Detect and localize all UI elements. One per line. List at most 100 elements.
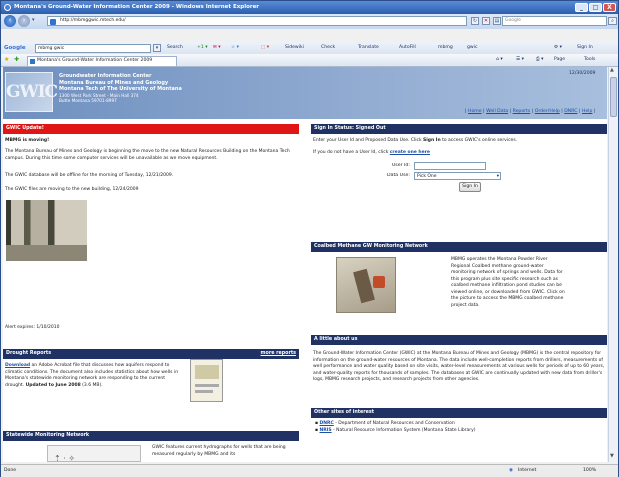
updates-title: MBMG is moving! [5, 138, 50, 143]
page-favicon [50, 19, 56, 25]
chevron-down-icon: ▾ [496, 174, 499, 179]
share-icon[interactable]: ⬚ ▾ [261, 44, 269, 53]
favorites-bar: ★ ✚ Montana's Ground-Water Information C… [1, 54, 618, 67]
thumb-map [195, 365, 219, 379]
back-icon[interactable]: ‹ [4, 15, 16, 27]
photo-floor [6, 245, 87, 261]
drought-report-thumbnail[interactable] [190, 359, 223, 402]
check-button[interactable]: Check [321, 44, 335, 53]
nris-link[interactable]: NRIS [319, 428, 331, 433]
tab-title: Montana's Ground-Water Information Cente… [37, 58, 153, 63]
other-sites-header: Other sites of interest [311, 408, 607, 418]
browser-tab[interactable]: Montana's Ground-Water Information Cente… [27, 56, 177, 66]
moving-photo [6, 200, 87, 261]
user-id-label: User Id: [391, 163, 410, 168]
site-date: 12/30/2009 [569, 71, 596, 76]
about-header: A little about us [311, 335, 607, 345]
search-field[interactable]: Google [502, 16, 607, 26]
print-icon[interactable]: ⎙ ▾ [536, 56, 543, 65]
scroll-down-icon[interactable]: ▼ [610, 453, 614, 460]
google-search-button[interactable]: Search [167, 44, 183, 53]
google-search-input[interactable]: mbmg gwic [35, 44, 151, 53]
scrollbar-thumb[interactable] [610, 77, 617, 117]
coalbed-text: MBMG operates the Montana Powder River R… [451, 257, 565, 308]
gmail-icon[interactable]: ✉ ▾ [213, 44, 221, 53]
search-icon[interactable]: ⌕ [608, 17, 617, 25]
nav-home[interactable]: Home [468, 109, 482, 114]
nav-help[interactable]: Help [582, 109, 592, 114]
internet-zone-label: Internet [518, 468, 537, 473]
alert-expires: Alert expires: 1/10/2010 [5, 325, 60, 330]
nav-well-data[interactable]: Well Data [486, 109, 508, 114]
updates-p4: The GWIC files are moving to the new bui… [5, 187, 139, 192]
statewide-text: GWIC features current hydrographs for we… [152, 445, 286, 457]
home-icon[interactable]: ⌂ ▾ [496, 56, 503, 65]
updates-header: GWIC Update! [3, 124, 299, 134]
highlight-mbmg[interactable]: mbmg [438, 44, 453, 53]
signin-text-b: Sign In [423, 138, 441, 143]
title-bar: Montana's Ground-Water Information Cente… [1, 1, 618, 14]
data-use-select[interactable]: Pick One ▾ [414, 172, 501, 180]
nav-reports[interactable]: Reports [513, 109, 531, 114]
drought-header: Drought Reports more reports [3, 349, 299, 359]
download-link[interactable]: Download [5, 363, 30, 368]
minimize-button[interactable]: _ [575, 3, 588, 12]
vertical-scrollbar[interactable]: ▲ ▼ [608, 67, 618, 462]
signin-text: Enter your User Id and Proposed Data Use… [313, 138, 605, 145]
tools-menu[interactable]: Tools [584, 56, 595, 65]
user-id-input[interactable] [414, 162, 486, 170]
status-text: Done [4, 468, 17, 473]
refresh-icon[interactable]: ↻ [471, 17, 479, 25]
more-reports-link[interactable]: more reports [261, 351, 296, 357]
gwic-logo[interactable]: GWIC [5, 72, 58, 112]
close-button[interactable]: X [603, 3, 616, 12]
url-field[interactable]: http://mbmggwic.mtech.edu/ [47, 16, 467, 26]
hydrograph-thumbnail[interactable]: ⇡ · ✧ [47, 445, 141, 462]
zoom-level[interactable]: 100% [583, 468, 596, 474]
dnrc-desc: - Department of Natural Resources and Co… [333, 421, 455, 426]
updates-p2: The Montana Bureau of Mines and Geology … [5, 149, 290, 161]
nav-order-help[interactable]: Order/Help [535, 109, 560, 114]
add-favorites-icon[interactable]: ✚ [14, 56, 19, 65]
signin-create-text: If you do not have a User Id, click crea… [313, 150, 605, 157]
nris-desc: - Natural Resource Information System (M… [331, 428, 476, 433]
google-search-dropdown-icon[interactable]: ▾ [153, 44, 161, 52]
data-use-value: Pick One [417, 174, 437, 179]
highlight-gwic[interactable]: gwic [467, 44, 477, 53]
address-bar: ‹ › ▾ http://mbmggwic.mtech.edu/ ↻ ✕ ▤ G… [1, 14, 618, 29]
browser-window: Montana's Ground-Water Information Cente… [0, 0, 619, 477]
nav-dropdown-icon[interactable]: ▾ [32, 17, 35, 24]
tab-favicon [30, 59, 35, 64]
ie-icon [4, 4, 11, 11]
wrench-icon[interactable]: ⚙ ▾ [554, 44, 562, 53]
hydrograph-marks: ⇡ · ✧ [54, 454, 76, 462]
plus-one-icon[interactable]: +1 ▾ [197, 44, 208, 53]
sign-in-link[interactable]: Sign In [577, 44, 593, 53]
statewide-header: Statewide Monitoring Network [3, 431, 299, 441]
web-page: GWIC Groundwater Information Center Mont… [3, 67, 607, 462]
translate-button[interactable]: Translate [358, 44, 379, 53]
drought-updated: Updated to June 2008 [25, 382, 81, 388]
stop-icon[interactable]: ✕ [482, 17, 490, 25]
coalbed-photo[interactable] [336, 257, 396, 313]
dnrc-link[interactable]: DNRC [319, 421, 333, 426]
scroll-up-icon[interactable]: ▲ [610, 67, 614, 74]
signin-text-c: to access GWIC's online services. [440, 138, 518, 143]
window-title: Montana's Ground-Water Information Cente… [14, 4, 260, 10]
maximize-button[interactable]: □ [589, 3, 602, 12]
sidewiki-button[interactable]: Sidewiki [285, 44, 304, 53]
coalbed-header: Coalbed Methane GW Monitoring Network [311, 242, 607, 252]
feeds-icon[interactable]: ☰ ▾ [516, 56, 524, 65]
favorites-star-icon[interactable]: ★ [4, 56, 9, 65]
compat-icon[interactable]: ▤ [493, 17, 501, 25]
about-text: The Ground-Water Information Center (GWI… [313, 351, 605, 383]
autofill-button[interactable]: AutoFill [399, 44, 416, 53]
create-account-link[interactable]: create one here [390, 150, 430, 155]
search-placeholder: Google [505, 18, 521, 23]
bookmark-icon[interactable]: ☆ ▾ [231, 44, 239, 53]
nav-dnrc[interactable]: DNRC [564, 109, 577, 114]
page-menu[interactable]: Page [554, 56, 565, 65]
photo-equipment [373, 276, 385, 288]
sign-in-button[interactable]: Sign In [459, 182, 481, 192]
forward-icon[interactable]: › [18, 15, 30, 27]
